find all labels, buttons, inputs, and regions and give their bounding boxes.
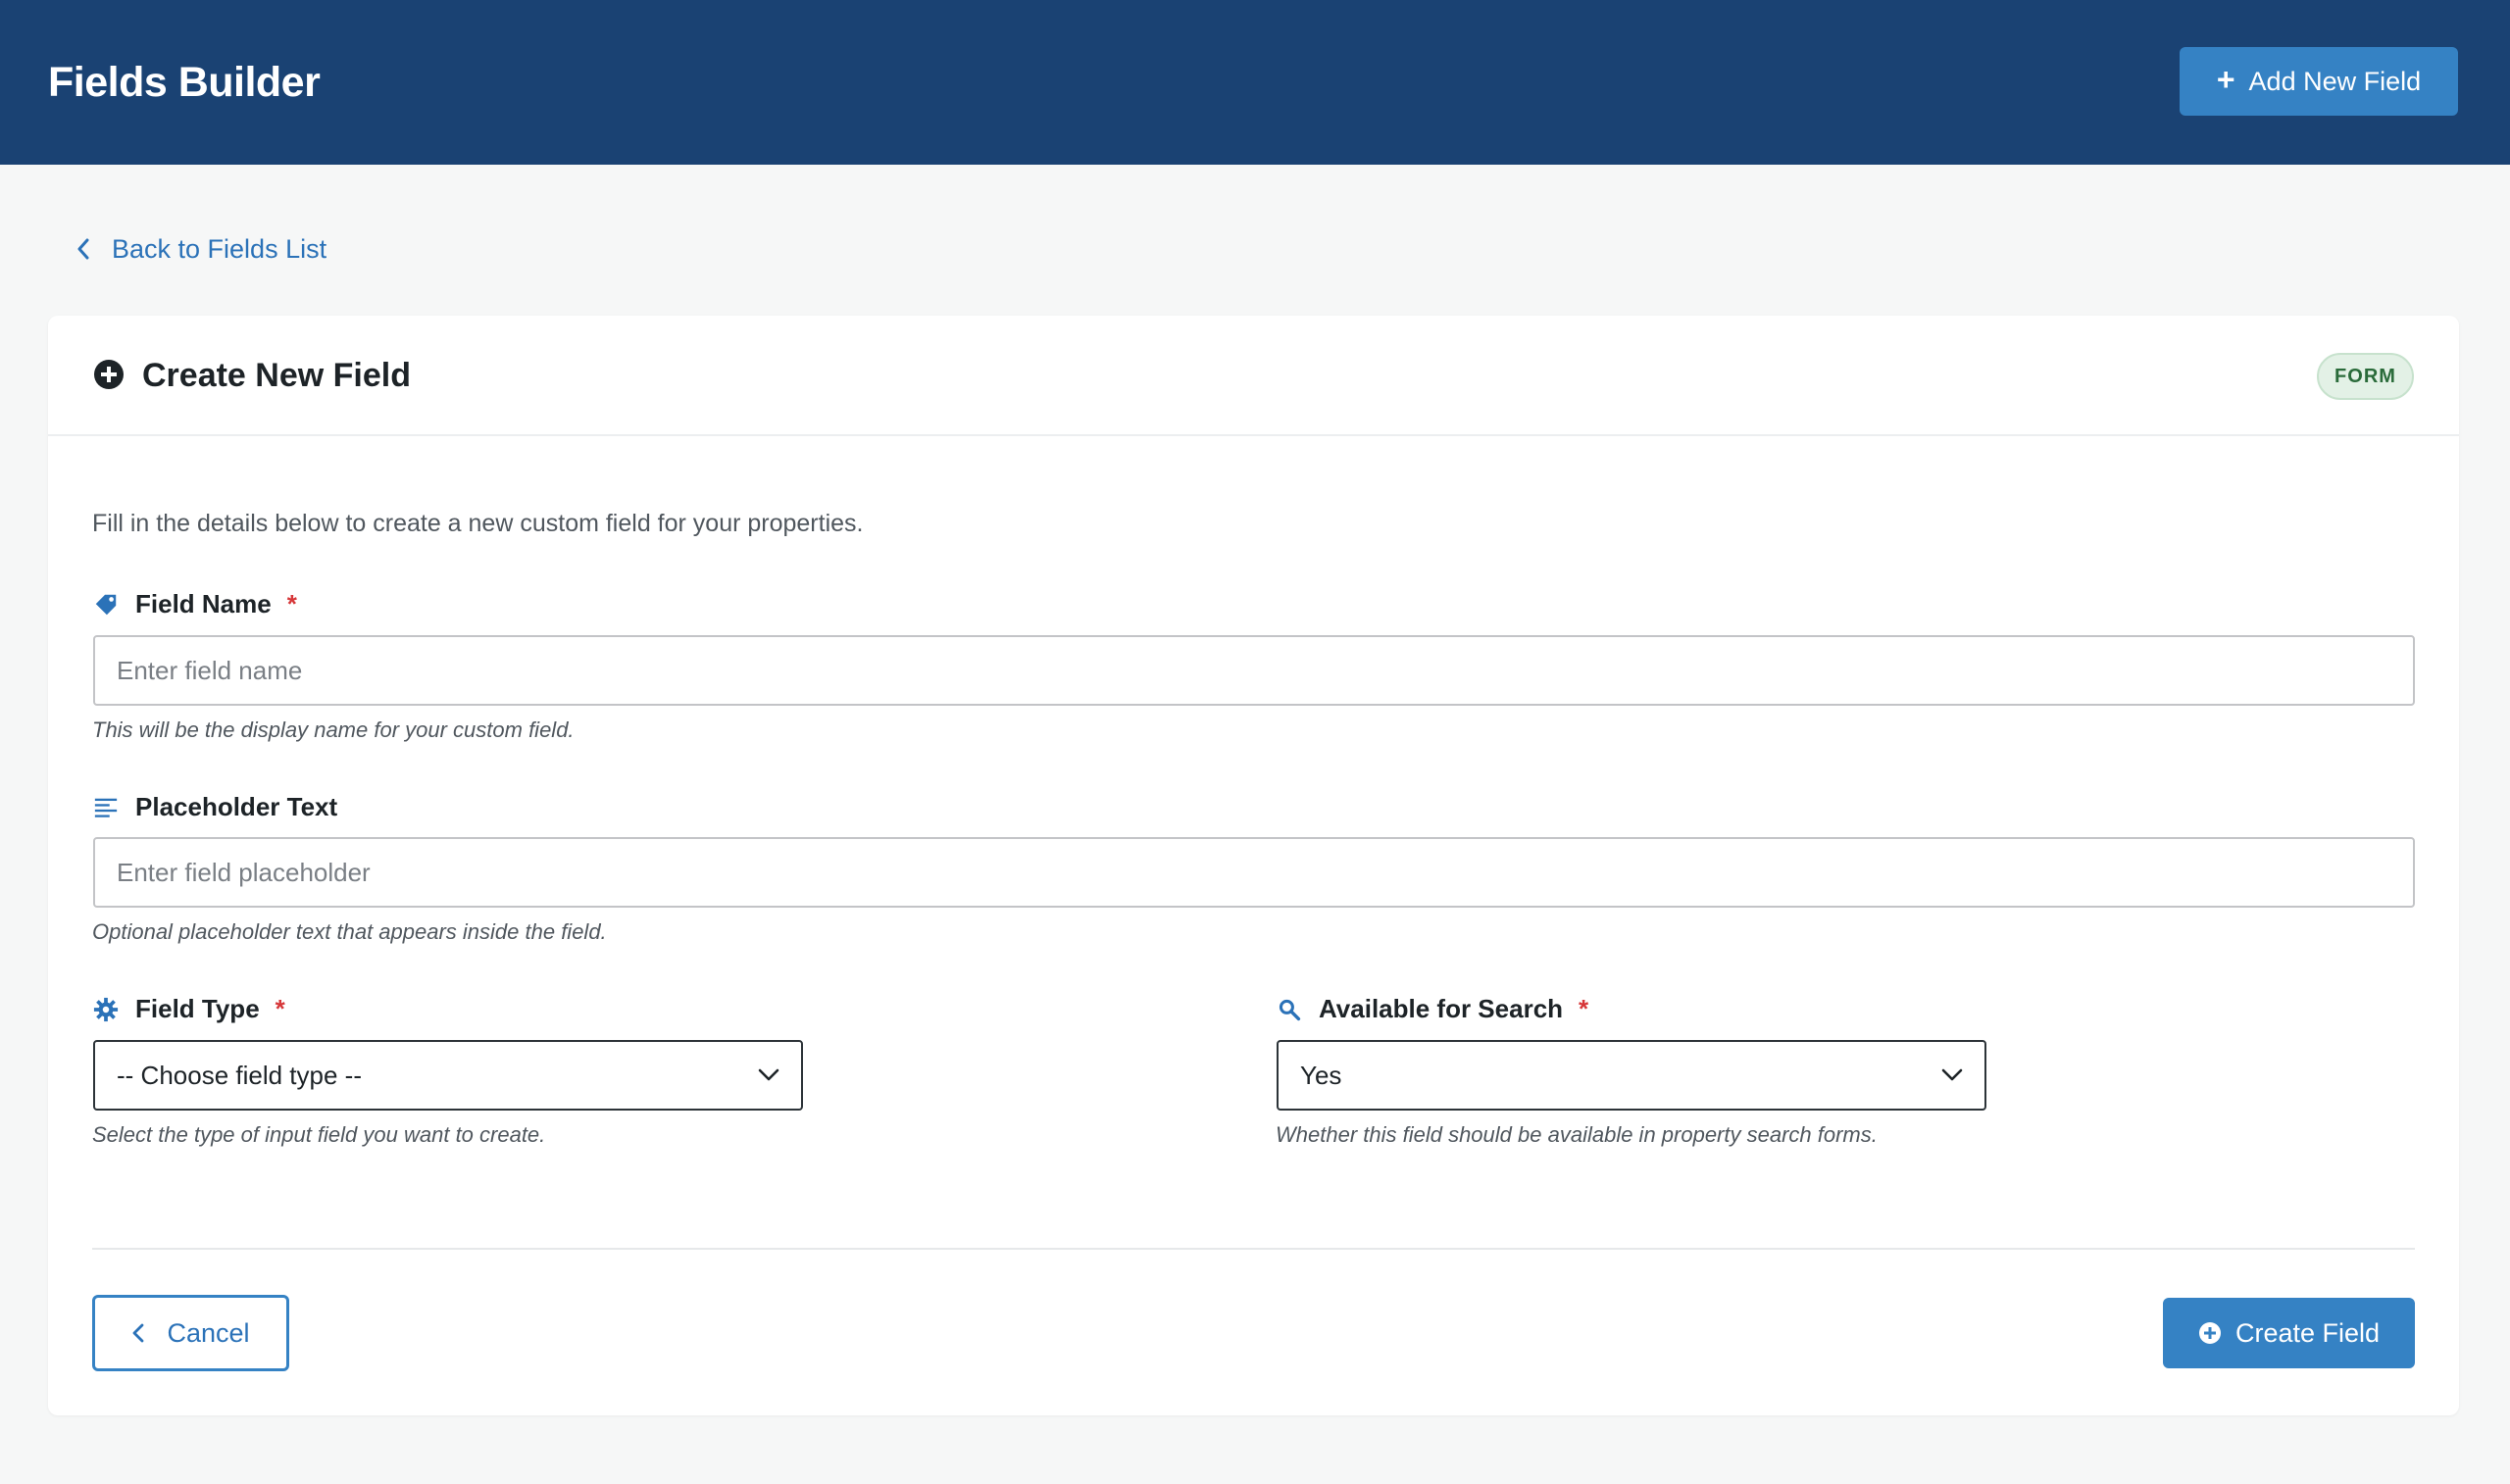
tag-icon xyxy=(92,591,120,618)
search-icon xyxy=(1276,996,1303,1023)
actions-divider xyxy=(92,1248,2415,1250)
field-name-label-row: Field Name * xyxy=(92,589,297,619)
plus-icon: + xyxy=(2216,62,2235,97)
field-type-label: Field Type xyxy=(135,994,260,1023)
available-for-search-selected-value: Yes xyxy=(1300,1060,1342,1090)
form-badge: FORM xyxy=(2317,353,2414,400)
back-link-label: Back to Fields List xyxy=(112,233,327,264)
field-name-label: Field Name xyxy=(135,589,272,618)
placeholder-text-label-row: Placeholder Text xyxy=(92,792,337,822)
plus-circle-icon xyxy=(94,360,124,389)
app-title: Fields Builder xyxy=(48,59,321,106)
field-type-selected-value: -- Choose field type -- xyxy=(117,1060,362,1090)
add-new-field-label: Add New Field xyxy=(2248,66,2422,96)
create-field-label: Create Field xyxy=(2234,1317,2381,1348)
text-lines-icon xyxy=(92,794,120,821)
chevron-left-icon xyxy=(77,238,89,260)
plus-circle-icon xyxy=(2198,1322,2221,1344)
field-name-input[interactable] xyxy=(93,635,2415,706)
add-new-field-button[interactable]: + Add New Field xyxy=(2180,47,2458,116)
available-for-search-select[interactable]: Yes xyxy=(1277,1040,1986,1111)
required-marker: * xyxy=(1579,994,1589,1023)
field-type-label-row: Field Type * xyxy=(92,994,285,1024)
required-marker: * xyxy=(275,994,285,1023)
create-field-button[interactable]: Create Field xyxy=(2163,1298,2415,1368)
chevron-down-icon xyxy=(758,1068,779,1081)
available-for-search-label-row: Available for Search * xyxy=(1276,994,1588,1024)
cancel-label: Cancel xyxy=(167,1317,250,1348)
back-to-fields-list-link[interactable]: Back to Fields List xyxy=(75,231,326,267)
available-for-search-help: Whether this field should be available i… xyxy=(1276,1122,1878,1147)
app-header: Fields Builder + Add New Field xyxy=(0,0,2510,165)
gear-icon xyxy=(92,996,120,1023)
intro-text: Fill in the details below to create a ne… xyxy=(92,510,864,537)
available-for-search-label: Available for Search xyxy=(1319,994,1564,1023)
cancel-button[interactable]: Cancel xyxy=(92,1295,289,1371)
card-header: Create New Field FORM xyxy=(48,316,2459,436)
field-type-select[interactable]: -- Choose field type -- xyxy=(93,1040,803,1111)
field-type-help: Select the type of input field you want … xyxy=(92,1122,546,1147)
chevron-left-icon xyxy=(133,1323,144,1343)
create-field-card: Create New Field FORM Fill in the detail… xyxy=(48,316,2459,1415)
chevron-down-icon xyxy=(1941,1068,1963,1081)
required-marker: * xyxy=(286,589,297,618)
placeholder-text-help: Optional placeholder text that appears i… xyxy=(92,919,607,944)
card-title: Create New Field xyxy=(142,357,411,394)
field-name-help: This will be the display name for your c… xyxy=(92,717,575,742)
placeholder-text-input[interactable] xyxy=(93,837,2415,908)
placeholder-text-label: Placeholder Text xyxy=(135,792,338,821)
